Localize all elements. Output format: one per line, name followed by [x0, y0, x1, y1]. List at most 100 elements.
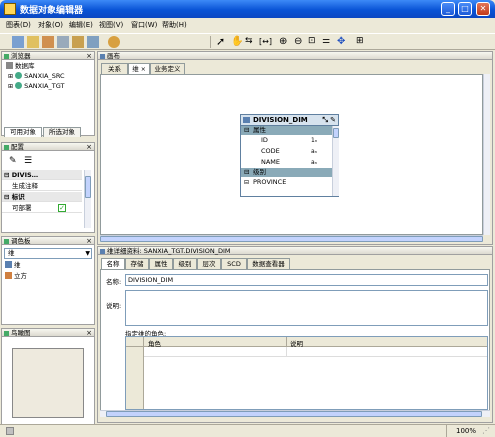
- title-bar[interactable]: 数据对象编辑器 _ □ ✕: [0, 0, 495, 18]
- dimension-header[interactable]: DIVISION_DIM ⤡ ✎: [241, 115, 338, 126]
- tab-hierarchies[interactable]: 层次: [197, 258, 221, 269]
- tab-attributes[interactable]: 属性: [149, 258, 173, 269]
- menu-object[interactable]: 对象(O): [38, 20, 63, 30]
- attribute-row[interactable]: CODE aₙ: [241, 146, 338, 157]
- auto-layout-icon[interactable]: ✥: [337, 36, 349, 48]
- palette-dropdown[interactable]: 维 ▼: [4, 248, 92, 259]
- edit-icon[interactable]: ✎: [330, 115, 336, 125]
- deployable-checkbox[interactable]: ✓: [58, 204, 66, 212]
- menu-bar: 图表(D) 对象(O) 编辑(E) 视图(V) 窗口(W) 帮助(H): [0, 18, 495, 32]
- palette-item-dimension[interactable]: 维: [5, 261, 21, 270]
- menu-window[interactable]: 窗口(W): [131, 20, 157, 30]
- tab-data-viewer[interactable]: 数据查看器: [247, 258, 290, 269]
- name-input[interactable]: DIVISION_DIM: [125, 274, 488, 286]
- close-icon[interactable]: ×: [86, 237, 92, 245]
- tab-name[interactable]: 名称: [101, 258, 125, 269]
- toolbar-separator: [210, 36, 211, 48]
- tree-item-sanxia-src[interactable]: ⊞ SANXIA_SRC: [8, 72, 65, 81]
- dimension-node[interactable]: DIVISION_DIM ⤡ ✎ ⊟ 属性 ID 1ₙ CODE aₙ NAME…: [240, 114, 339, 197]
- deploy-icon[interactable]: [72, 36, 84, 48]
- dimension-icon: [243, 117, 250, 123]
- close-button[interactable]: ✕: [476, 2, 490, 16]
- scroll-thumb[interactable]: [100, 236, 483, 242]
- menu-help[interactable]: 帮助(H): [162, 20, 187, 30]
- arrange-icon[interactable]: ⊞: [356, 36, 368, 48]
- tree-item-sanxia-tgt[interactable]: ⊞ SANXIA_TGT: [8, 82, 64, 91]
- expand-icon[interactable]: ⊞: [8, 73, 13, 80]
- levels-section-header[interactable]: ⊟ 级别: [241, 168, 338, 177]
- config-title: 配置: [11, 143, 24, 151]
- zoom-level: 100%: [456, 427, 477, 435]
- pan-hand-icon[interactable]: ✋: [231, 36, 243, 48]
- wizard-icon[interactable]: [108, 36, 120, 48]
- menu-edit[interactable]: 编辑(E): [69, 20, 93, 30]
- fit-width-icon[interactable]: [↔]: [259, 36, 272, 48]
- undo-icon[interactable]: [87, 36, 99, 48]
- tab-scd[interactable]: SCD: [221, 258, 247, 269]
- properties-icon[interactable]: ☰: [24, 156, 32, 166]
- zoom-out-icon[interactable]: ⊖: [294, 36, 306, 48]
- birdseye-view[interactable]: [12, 348, 84, 418]
- config-label: 生成注释: [12, 182, 38, 190]
- expand-icon[interactable]: ⊟: [244, 177, 249, 188]
- tab-business-definition[interactable]: 业务定义: [150, 63, 185, 74]
- maximize-button[interactable]: □: [458, 2, 472, 16]
- resize-grip-icon[interactable]: ⋰: [482, 426, 490, 435]
- chevron-down-icon[interactable]: ▼: [85, 249, 90, 258]
- menu-diagram[interactable]: 图表(D): [6, 20, 31, 30]
- config-row[interactable]: ⊟ 标识: [2, 192, 82, 202]
- tree-item-database[interactable]: 数据库: [6, 62, 35, 71]
- canvas-vscroll[interactable]: [483, 74, 490, 235]
- palette-item-cube[interactable]: 立方: [5, 272, 27, 281]
- close-icon[interactable]: ×: [86, 329, 92, 337]
- collapse-icon[interactable]: ⊟: [244, 168, 249, 177]
- validate-icon[interactable]: [57, 36, 69, 48]
- canvas-hscroll[interactable]: [100, 235, 483, 242]
- select-pointer-icon[interactable]: ➚: [216, 36, 228, 48]
- scroll-thumb[interactable]: [333, 128, 339, 138]
- connect-icon[interactable]: ⇆: [245, 36, 257, 48]
- tab-relations[interactable]: 关系: [101, 63, 128, 74]
- tab-selected-objects[interactable]: 所选对象: [43, 127, 81, 137]
- collapse-icon[interactable]: ⊟: [244, 126, 249, 135]
- level-row[interactable]: ⊟ PROVINCE: [241, 177, 338, 188]
- tab-dimension[interactable]: 维 ×: [128, 63, 150, 74]
- minimize-button[interactable]: _: [441, 2, 455, 16]
- cell-divider: [286, 347, 287, 357]
- open-icon[interactable]: [27, 36, 39, 48]
- tab-available-objects[interactable]: 可用对象: [4, 127, 42, 137]
- attributes-section-header[interactable]: ⊟ 属性: [241, 126, 338, 135]
- close-icon[interactable]: ×: [86, 143, 92, 151]
- scroll-thumb[interactable]: [106, 411, 482, 417]
- resize-icon[interactable]: ⤡: [322, 115, 328, 125]
- zoom-in-icon[interactable]: ⊕: [279, 36, 291, 48]
- menu-view[interactable]: 视图(V): [99, 20, 123, 30]
- expand-icon[interactable]: ⊞: [8, 83, 13, 90]
- config-row[interactable]: 可部署 ✓: [2, 203, 82, 213]
- module-icon: [15, 72, 23, 79]
- palette-panel-header: 调色板 ×: [1, 236, 95, 245]
- dimension-scrollbar[interactable]: [332, 126, 339, 196]
- save-icon[interactable]: [42, 36, 54, 48]
- description-textarea[interactable]: [125, 290, 488, 326]
- tab-levels[interactable]: 级别: [173, 258, 197, 269]
- config-row[interactable]: 生成注释: [2, 181, 82, 191]
- layout-icon[interactable]: ⚌: [322, 36, 334, 48]
- close-icon[interactable]: ×: [86, 52, 92, 60]
- config-row[interactable]: ⊟ DIVIS…: [2, 170, 82, 180]
- attribute-row[interactable]: NAME aₙ: [241, 157, 338, 168]
- status-bar: 100% ⋰: [0, 424, 495, 437]
- scroll-thumb[interactable]: [85, 176, 91, 198]
- zoom-fit-icon[interactable]: ⊡: [308, 36, 320, 48]
- details-hscroll[interactable]: [100, 410, 490, 417]
- new-icon[interactable]: [12, 36, 24, 48]
- config-scrollbar[interactable]: [84, 170, 91, 228]
- browser-panel-header: 浏览器 ×: [1, 51, 95, 60]
- tab-storage[interactable]: 存储: [125, 258, 149, 269]
- tab-close-icon[interactable]: ×: [141, 66, 146, 73]
- config-icon: [4, 145, 9, 150]
- wrench-icon[interactable]: ✎: [9, 156, 17, 166]
- palette-icon: [4, 239, 9, 244]
- attribute-row[interactable]: ID 1ₙ: [241, 135, 338, 146]
- table-row[interactable]: [144, 347, 487, 357]
